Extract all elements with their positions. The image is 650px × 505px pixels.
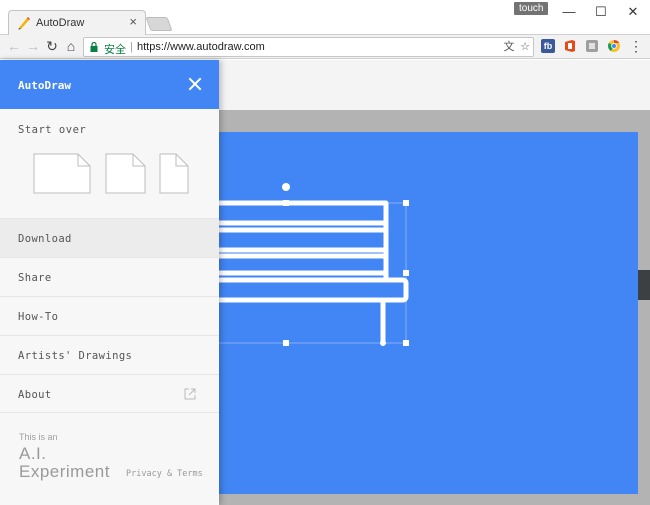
resize-handle-right bbox=[403, 270, 409, 276]
bench-drawing[interactable] bbox=[196, 132, 638, 494]
privacy-terms-link[interactable]: Privacy & Terms bbox=[126, 469, 203, 479]
menu-item-share[interactable]: Share bbox=[0, 257, 219, 296]
tab-title: AutoDraw bbox=[36, 17, 85, 29]
ai-experiment-logo[interactable]: A.I. Experiment bbox=[19, 445, 110, 481]
side-drawer: AutoDraw Start over Download Share How-T… bbox=[0, 60, 219, 505]
bookmark-star-icon[interactable]: ☆ bbox=[518, 40, 532, 54]
menu-item-label: How-To bbox=[18, 311, 59, 323]
menu-item-label: Download bbox=[18, 233, 72, 245]
maximize-icon[interactable]: ☐ bbox=[586, 4, 616, 20]
close-icon[interactable] bbox=[187, 76, 203, 92]
start-over-label: Start over bbox=[18, 124, 87, 136]
office-extension-icon[interactable] bbox=[563, 39, 577, 53]
portrait-page-icon[interactable] bbox=[159, 153, 189, 194]
side-panel-toggle[interactable] bbox=[638, 270, 650, 300]
omnibox-separator: | bbox=[130, 41, 133, 53]
browser-tab-autodraw[interactable]: AutoDraw × bbox=[8, 10, 146, 35]
ai-experiment-line2: Experiment bbox=[19, 462, 110, 481]
menu-item-label: Share bbox=[18, 272, 52, 284]
square-page-icon[interactable] bbox=[105, 153, 146, 194]
rotate-handle[interactable] bbox=[282, 183, 290, 191]
menu-item-how-to[interactable]: How-To bbox=[0, 296, 219, 335]
touch-badge: touch bbox=[514, 2, 549, 15]
menu-item-artists-drawings[interactable]: Artists' Drawings bbox=[0, 335, 219, 374]
facebook-extension-icon[interactable]: fb bbox=[541, 39, 555, 53]
back-arrow-icon[interactable]: ← bbox=[6, 38, 22, 54]
gray-extension-icon[interactable] bbox=[585, 39, 599, 53]
ai-experiment-line1: A.I. bbox=[19, 444, 47, 463]
minimize-icon[interactable]: — bbox=[554, 4, 584, 20]
resize-handle-top-right bbox=[403, 200, 409, 206]
security-label: 安全 bbox=[104, 44, 126, 56]
new-tab-button[interactable] bbox=[145, 17, 173, 31]
menu-item-about[interactable]: About bbox=[0, 374, 219, 413]
drawing-canvas[interactable] bbox=[196, 132, 638, 494]
drawer-title: AutoDraw bbox=[18, 79, 71, 92]
menu-item-download[interactable]: Download bbox=[0, 218, 219, 257]
lock-icon bbox=[90, 42, 98, 52]
landscape-page-icon[interactable] bbox=[33, 153, 91, 194]
external-link-icon bbox=[184, 388, 196, 400]
menu-item-label: About bbox=[18, 389, 52, 401]
bench-shape bbox=[196, 200, 409, 343]
drawer-header: AutoDraw bbox=[0, 60, 219, 109]
tab-close-icon[interactable]: × bbox=[129, 15, 137, 29]
browser-toolbar: ← → ↻ ⌂ 安全 | https://www.autodraw.com 文 … bbox=[0, 35, 650, 59]
reload-icon[interactable]: ↻ bbox=[44, 38, 60, 54]
autodraw-favicon-icon bbox=[18, 17, 30, 30]
home-icon[interactable]: ⌂ bbox=[63, 38, 79, 54]
footer-this-is-an: This is an bbox=[19, 432, 58, 442]
forward-arrow-icon[interactable]: → bbox=[25, 38, 41, 54]
browser-titlebar: AutoDraw × touch — ☐ ✕ bbox=[0, 0, 650, 35]
window-close-icon[interactable]: ✕ bbox=[618, 4, 648, 20]
resize-handle-top bbox=[283, 200, 289, 206]
translate-icon[interactable]: 文 bbox=[502, 40, 516, 54]
resize-handle-bottom bbox=[283, 340, 289, 346]
address-bar[interactable]: 安全 | https://www.autodraw.com 文 ☆ bbox=[83, 37, 534, 57]
chrome-extension-icon[interactable] bbox=[607, 39, 621, 53]
url-text[interactable]: https://www.autodraw.com bbox=[137, 41, 265, 53]
browser-menu-icon[interactable]: ⋮ bbox=[628, 38, 644, 54]
resize-handle-bottom-right bbox=[403, 340, 409, 346]
menu-item-label: Artists' Drawings bbox=[18, 350, 133, 362]
